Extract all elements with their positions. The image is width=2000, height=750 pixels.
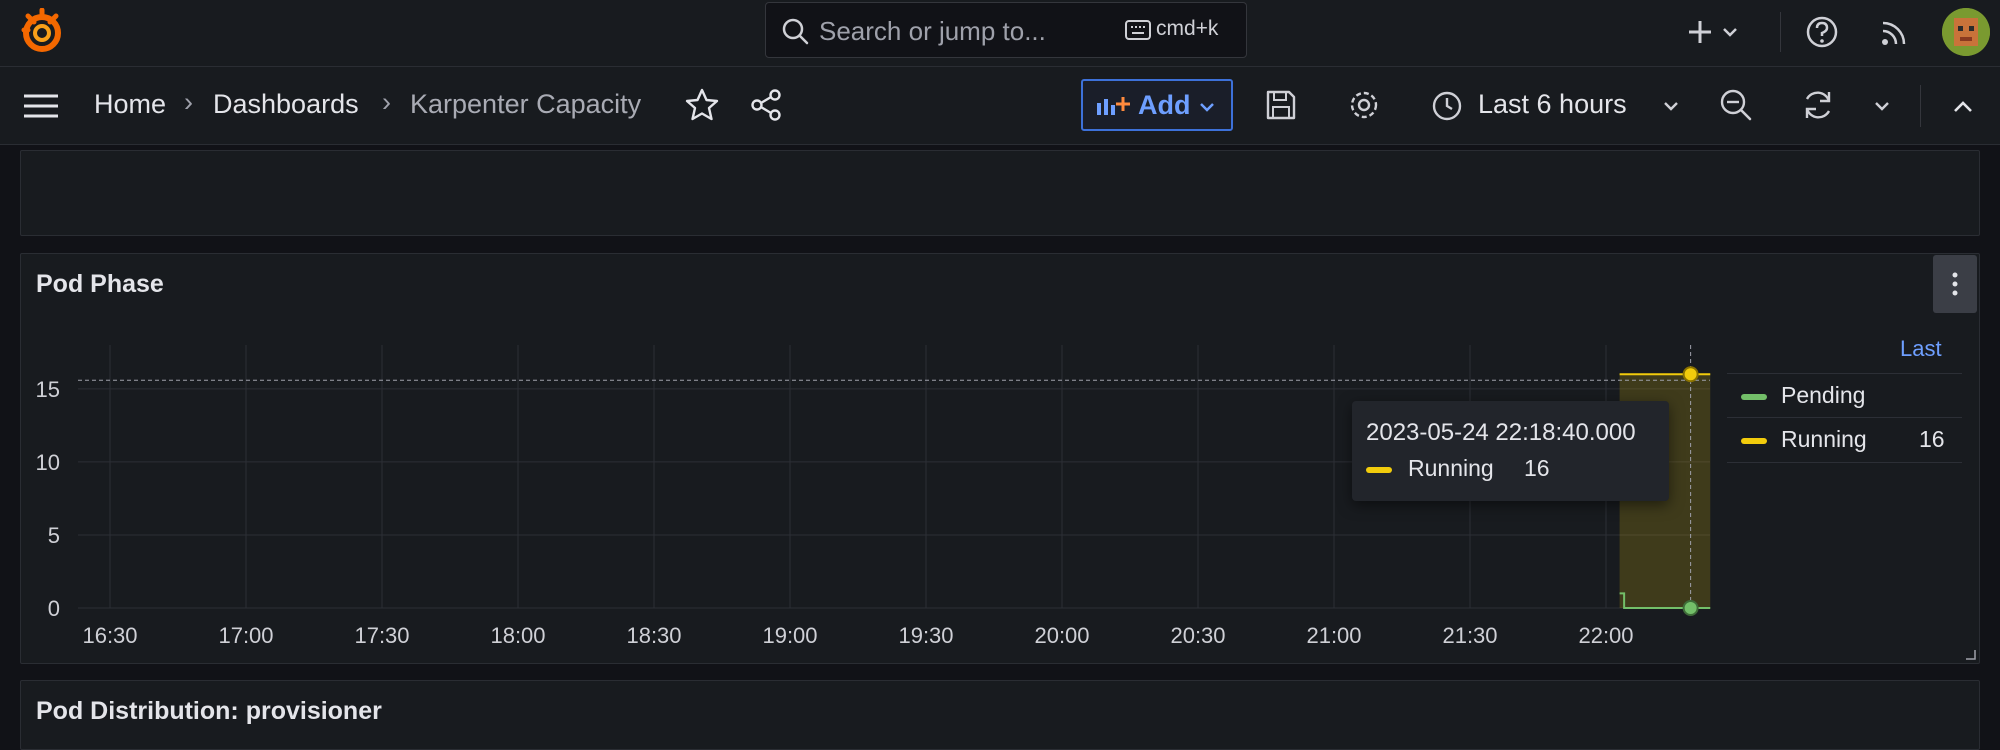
panel-menu-button[interactable] <box>1933 255 1977 313</box>
panel-title: Pod Distribution: provisioner <box>36 697 382 725</box>
help-icon[interactable] <box>1803 13 1841 51</box>
nav-bar: Home › Dashboards › Karpenter Capacity A… <box>0 67 2000 145</box>
x-tick-label: 17:30 <box>354 623 409 648</box>
breadcrumb-chevron-icon: › <box>184 87 193 117</box>
x-tick-label: 16:30 <box>82 623 137 648</box>
y-tick-label: 10 <box>36 450 60 475</box>
x-tick-label: 21:30 <box>1442 623 1497 648</box>
menu-hamburger-icon[interactable] <box>22 87 60 125</box>
zoom-out-icon[interactable] <box>1718 87 1754 123</box>
legend-item-running[interactable]: Running 16 <box>1727 417 1962 463</box>
rss-news-icon[interactable] <box>1876 13 1914 51</box>
navbar-divider <box>1920 85 1921 127</box>
hover-point-running <box>1682 366 1699 383</box>
y-tick-label: 15 <box>36 377 60 402</box>
time-range-picker[interactable]: Last 6 hours <box>1478 89 1627 120</box>
x-tick-label: 17:00 <box>218 623 273 648</box>
legend-name: Pending <box>1781 382 1866 408</box>
star-icon[interactable] <box>684 87 720 123</box>
breadcrumb-chevron-icon: › <box>382 87 391 117</box>
topbar-divider <box>1780 12 1781 52</box>
chart-tooltip: 2023-05-24 22:18:40.000 Running 16 <box>1352 401 1669 501</box>
new-plus-icon[interactable] <box>1688 13 1748 51</box>
x-axis: 16:30 17:00 17:30 18:00 18:30 19:00 19:30 20:00… <box>82 623 1633 648</box>
x-tick-label: 20:30 <box>1170 623 1225 648</box>
share-icon[interactable] <box>748 87 784 123</box>
clock-icon[interactable] <box>1430 89 1464 123</box>
y-tick-label: 5 <box>48 523 60 548</box>
y-axis: 0 5 10 15 <box>36 377 60 621</box>
settings-gear-icon[interactable] <box>1346 87 1382 123</box>
avatar-image <box>1942 8 1990 56</box>
save-icon[interactable] <box>1263 87 1299 123</box>
resize-handle-icon[interactable] <box>1964 648 1976 660</box>
x-tick-label: 19:00 <box>762 623 817 648</box>
legend-item-pending[interactable]: Pending <box>1727 373 1962 418</box>
breadcrumb-home[interactable]: Home <box>94 89 166 120</box>
refresh-interval-chevron-icon[interactable] <box>1871 95 1893 117</box>
legend-value: 16 <box>1919 426 1945 452</box>
collapse-chevron-up-icon[interactable] <box>1949 93 1977 121</box>
add-button-label: Add <box>1138 90 1191 120</box>
tooltip-series: Running <box>1408 455 1494 481</box>
breadcrumb-current: Karpenter Capacity <box>410 89 642 119</box>
legend-swatch <box>1741 394 1767 400</box>
chevron-down-icon[interactable] <box>1660 95 1682 117</box>
legend-name: Running <box>1781 426 1867 452</box>
legend-swatch <box>1741 438 1767 444</box>
add-panel-icon <box>1097 97 1130 115</box>
x-tick-label: 21:00 <box>1306 623 1361 648</box>
panel-title: Pod Phase <box>36 270 164 298</box>
x-tick-label: 18:00 <box>490 623 545 648</box>
chevron-down-icon <box>1200 103 1214 112</box>
x-tick-label: 20:00 <box>1034 623 1089 648</box>
top-bar: Search or jump to... cmd+k <box>0 0 2000 67</box>
y-tick-label: 0 <box>48 596 60 621</box>
panel-above <box>20 150 1980 236</box>
search-bar[interactable]: Search or jump to... cmd+k <box>765 2 1247 58</box>
tooltip-value: 16 <box>1524 455 1550 481</box>
x-tick-label: 19:30 <box>898 623 953 648</box>
tooltip-time: 2023-05-24 22:18:40.000 <box>1366 419 1636 446</box>
grafana-logo-icon[interactable] <box>18 8 66 56</box>
tooltip-swatch <box>1366 467 1392 473</box>
legend-last-header[interactable]: Last <box>1900 336 1942 362</box>
x-tick-label: 22:00 <box>1578 623 1633 648</box>
search-placeholder: Search or jump to... <box>819 16 1046 46</box>
breadcrumb-dashboards[interactable]: Dashboards <box>213 89 359 120</box>
add-button[interactable]: Add <box>1081 79 1233 131</box>
hover-point-pending <box>1682 600 1699 616</box>
shortcut-hint: cmd+k <box>1156 17 1219 40</box>
x-tick-label: 18:30 <box>626 623 681 648</box>
refresh-icon[interactable] <box>1800 87 1836 123</box>
more-vertical-icon <box>1952 272 1958 296</box>
user-avatar[interactable] <box>1942 8 1990 56</box>
search-icon <box>782 18 809 45</box>
